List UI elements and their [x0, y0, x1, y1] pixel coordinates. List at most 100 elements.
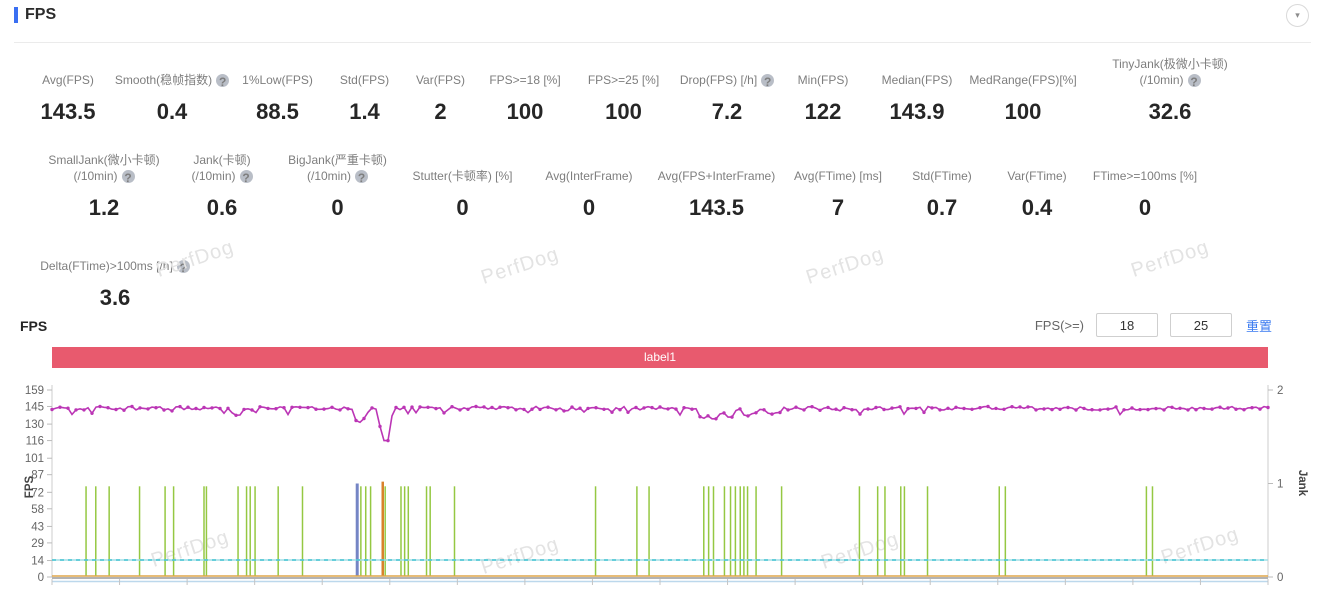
- metric-label: Median(FPS): [882, 52, 953, 88]
- fps-chart: 0142943587287101116130145159012FPSJank: [0, 375, 1325, 594]
- metric-value: 1.2: [89, 195, 120, 221]
- metric-value: 7.2: [712, 99, 743, 125]
- metric-cell: Avg(InterFrame) 0: [526, 148, 652, 221]
- metric-label: FTime>=100ms [%]: [1093, 148, 1197, 184]
- chart-title: FPS: [20, 318, 47, 334]
- watermark: PerfDog: [478, 243, 562, 290]
- svg-text:43: 43: [31, 521, 44, 533]
- help-icon[interactable]: ?: [761, 74, 774, 87]
- metric-cell: Avg(FPS+InterFrame) 143.5: [652, 148, 781, 221]
- metric-label: Avg(FTime) [ms]: [794, 148, 882, 184]
- metric-value: 0.4: [157, 99, 188, 125]
- help-icon[interactable]: ?: [122, 170, 135, 183]
- metric-value: 100: [1005, 99, 1042, 125]
- metric-label: Drop(FPS) [/h]?: [680, 52, 774, 88]
- help-icon[interactable]: ?: [240, 170, 253, 183]
- metric-value: 143.5: [689, 195, 744, 221]
- metrics-row-1: Avg(FPS) 143.5 Smooth(稳帧指数)? 0.4 1%Low(F…: [20, 52, 1260, 125]
- fps-threshold-input-2[interactable]: [1170, 313, 1232, 337]
- svg-text:58: 58: [31, 504, 44, 516]
- metric-value: 122: [805, 99, 842, 125]
- metric-cell: SmallJank(微小卡顿)(/10min)? 1.2: [40, 148, 168, 221]
- metric-cell: Smooth(稳帧指数)? 0.4: [116, 52, 228, 125]
- metric-value: 0.7: [927, 195, 958, 221]
- help-icon[interactable]: ?: [1188, 74, 1201, 87]
- metric-label: Avg(FPS): [42, 52, 94, 88]
- svg-text:159: 159: [25, 385, 44, 397]
- svg-text:130: 130: [25, 419, 44, 431]
- fps-filter-label: FPS(>=): [1035, 318, 1084, 333]
- metric-cell: Delta(FTime)>100ms [/h]? 3.6: [20, 238, 210, 311]
- metric-label: SmallJank(微小卡顿)(/10min)?: [48, 148, 159, 184]
- collapse-button[interactable]: ▾: [1286, 4, 1309, 27]
- accent-bar: [14, 7, 18, 23]
- watermark: PerfDog: [1128, 236, 1212, 283]
- fps-threshold-input-1[interactable]: [1096, 313, 1158, 337]
- metric-cell: Stutter(卡顿率) [%] 0: [399, 148, 526, 221]
- metric-value: 88.5: [256, 99, 299, 125]
- metric-label: Std(FTime): [912, 148, 972, 184]
- metric-label: 1%Low(FPS): [242, 52, 313, 88]
- metric-value: 1.4: [349, 99, 380, 125]
- metric-label: FPS>=18 [%]: [489, 52, 560, 88]
- metric-cell: FTime>=100ms [%] 0: [1085, 148, 1205, 221]
- help-icon[interactable]: ?: [177, 260, 190, 273]
- metric-value: 7: [832, 195, 844, 221]
- metric-label: Jank(卡顿)(/10min)?: [191, 148, 252, 184]
- metric-value: 0: [456, 195, 468, 221]
- svg-text:1: 1: [1277, 479, 1283, 491]
- metric-value: 100: [507, 99, 544, 125]
- metric-label: Var(FPS): [416, 52, 465, 88]
- metric-value: 0.6: [207, 195, 238, 221]
- metric-cell: Var(FTime) 0.4: [989, 148, 1085, 221]
- metrics-row-2: SmallJank(微小卡顿)(/10min)? 1.2 Jank(卡顿)(/1…: [40, 148, 1205, 221]
- metric-cell: Avg(FTime) [ms] 7: [781, 148, 895, 221]
- metric-cell: 1%Low(FPS) 88.5: [228, 52, 327, 125]
- metric-cell: FPS>=18 [%] 100: [479, 52, 571, 125]
- metric-label: Delta(FTime)>100ms [/h]?: [40, 238, 190, 274]
- metric-cell: Std(FTime) 0.7: [895, 148, 989, 221]
- metrics-row-3: Delta(FTime)>100ms [/h]? 3.6: [20, 238, 210, 311]
- metric-value: 0: [331, 195, 343, 221]
- metric-label: Stutter(卡顿率) [%]: [412, 148, 512, 184]
- metric-cell: TinyJank(极微小卡顿)(/10min)? 32.6: [1080, 52, 1260, 125]
- metric-value: 100: [605, 99, 642, 125]
- page-title: FPS: [25, 6, 56, 24]
- metric-cell: Drop(FPS) [/h]? 7.2: [676, 52, 778, 125]
- header-divider: [14, 42, 1311, 43]
- metric-value: 0.4: [1022, 195, 1053, 221]
- metric-label: Min(FPS): [798, 52, 849, 88]
- metric-label: Avg(FPS+InterFrame): [658, 148, 775, 184]
- metric-value: 2: [434, 99, 446, 125]
- svg-text:0: 0: [38, 572, 44, 584]
- metric-value: 143.9: [889, 99, 944, 125]
- svg-text:116: 116: [26, 436, 44, 448]
- svg-text:FPS: FPS: [24, 475, 36, 498]
- metric-value: 32.6: [1149, 99, 1192, 125]
- metric-cell: Jank(卡顿)(/10min)? 0.6: [168, 148, 276, 221]
- watermark: PerfDog: [803, 243, 887, 290]
- metric-cell: Std(FPS) 1.4: [327, 52, 402, 125]
- help-icon[interactable]: ?: [355, 170, 368, 183]
- reset-link[interactable]: 重置: [1246, 316, 1272, 335]
- metric-label: TinyJank(极微小卡顿)(/10min)?: [1112, 52, 1228, 88]
- metric-cell: BigJank(严重卡顿)(/10min)? 0: [276, 148, 399, 221]
- metric-label: Var(FTime): [1007, 148, 1066, 184]
- svg-text:14: 14: [31, 556, 44, 568]
- metric-cell: FPS>=25 [%] 100: [571, 52, 676, 125]
- svg-text:Jank: Jank: [1296, 470, 1308, 497]
- chart-label-banner: label1: [52, 347, 1268, 368]
- metric-value: 0: [583, 195, 595, 221]
- fps-filter-controls: FPS(>=) 重置: [1035, 313, 1272, 337]
- metric-label: Avg(InterFrame): [545, 148, 632, 184]
- metric-cell: Avg(FPS) 143.5: [20, 52, 116, 125]
- metric-cell: Var(FPS) 2: [402, 52, 479, 125]
- section-header: FPS: [14, 6, 56, 24]
- metric-label: Std(FPS): [340, 52, 389, 88]
- chevron-down-icon: ▾: [1295, 11, 1300, 20]
- metric-label: Smooth(稳帧指数)?: [115, 52, 229, 88]
- metric-cell: Median(FPS) 143.9: [868, 52, 966, 125]
- svg-text:145: 145: [25, 401, 44, 413]
- metric-value: 3.6: [100, 285, 131, 311]
- svg-text:0: 0: [1277, 572, 1283, 584]
